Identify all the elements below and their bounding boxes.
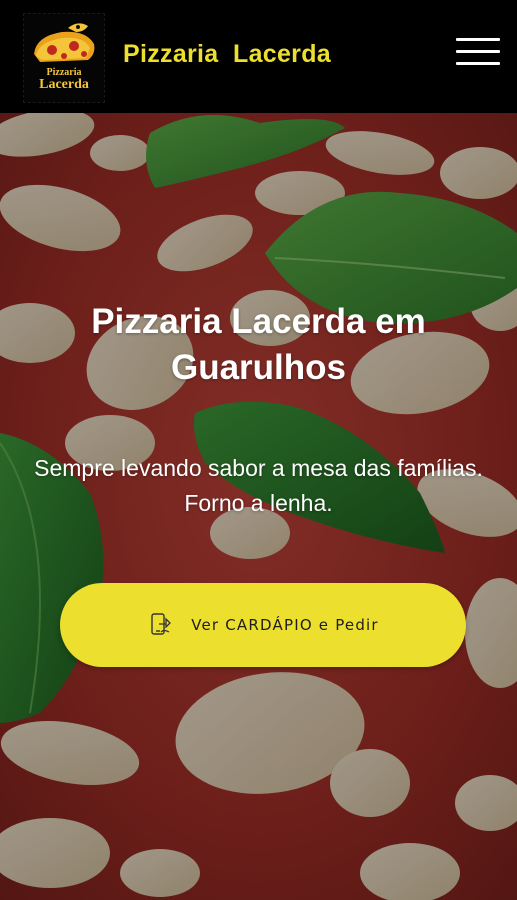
hamburger-menu-icon-bar: [456, 62, 500, 65]
view-menu-order-label: Ver CARDÁPIO e Pedir: [191, 616, 379, 634]
hamburger-menu-icon-bar: [456, 38, 500, 41]
hamburger-menu-icon-bar: [456, 50, 500, 53]
hero-section: Pizzaria Lacerda em Guarulhos Sempre lev…: [0, 113, 517, 900]
hamburger-menu-button[interactable]: [456, 36, 502, 68]
brand-name[interactable]: Pizzaria Lacerda: [123, 40, 331, 69]
logo[interactable]: Pizzaria Lacerda: [23, 13, 105, 103]
site-header: Pizzaria Lacerda Pizzaria Lacerda: [0, 0, 517, 113]
hero-title: Pizzaria Lacerda em Guarulhos: [91, 302, 426, 387]
pizza-logo-icon: Pizzaria Lacerda: [34, 23, 95, 92]
hero-subtitle: Sempre levando sabor a mesa das famílias…: [34, 455, 483, 516]
svg-text:Lacerda: Lacerda: [39, 77, 89, 92]
mobile-order-icon: [147, 612, 173, 638]
view-menu-order-button[interactable]: Ver CARDÁPIO e Pedir: [60, 583, 466, 667]
